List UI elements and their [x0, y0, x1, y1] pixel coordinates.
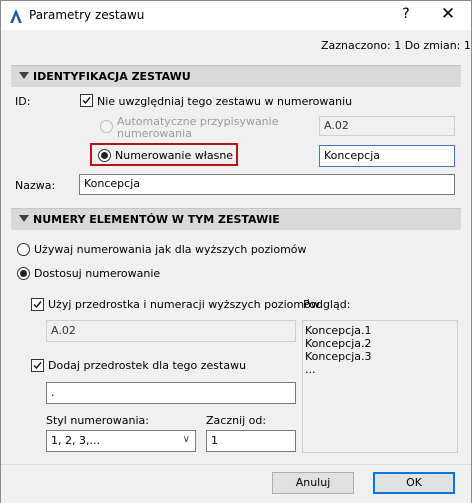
auto-numbering-label-line2: numerowania: [117, 127, 192, 140]
ok-button[interactable]: OK: [373, 472, 455, 494]
collapse-triangle-icon: [19, 72, 29, 79]
auto-numbering-radio[interactable]: [100, 120, 113, 133]
archicad-logo-icon: [10, 9, 22, 23]
checkmark-icon: [33, 362, 42, 370]
parent-numbering-label: Używaj numerowania jak dla wyższych pozi…: [34, 243, 307, 256]
name-label: Nazwa:: [15, 179, 56, 192]
start-label: Zacznij od:: [206, 414, 267, 427]
chevron-down-icon: ∨: [182, 434, 190, 445]
exclude-numbering-label: Nie uwzględniaj tego zestawu w numerowan…: [97, 95, 353, 108]
add-prefix-input[interactable]: .: [46, 382, 296, 404]
add-prefix-checkbox[interactable]: [31, 359, 44, 372]
section-title: NUMERY ELEMENTÓW W TYM ZESTAWIE: [33, 213, 280, 226]
style-label: Styl numerowania:: [46, 414, 150, 427]
add-prefix-label: Dodaj przedrostek dla tego zestawu: [48, 359, 247, 372]
section-numbering-header[interactable]: NUMERY ELEMENTÓW W TYM ZESTAWIE: [11, 208, 461, 230]
selection-status: Zaznaczono: 1 Do zmian: 1: [321, 39, 471, 52]
parent-numbering-radio[interactable]: [17, 243, 30, 256]
preview-line: ...: [305, 363, 316, 376]
custom-numbering-label: Numerowanie własne: [115, 149, 234, 162]
use-prefix-label: Użyj przedrostka i numeracji wyższych po…: [48, 298, 320, 311]
numbering-style-value: 1, 2, 3,...: [51, 434, 100, 447]
adjust-numbering-radio[interactable]: [17, 267, 30, 280]
exclude-numbering-checkbox[interactable]: [80, 94, 93, 107]
title-bar: Parametry zestawu ? ✕: [1, 1, 471, 30]
checkmark-icon: [82, 97, 91, 105]
preview-label: Podgląd:: [303, 298, 351, 311]
custom-numbering-radio[interactable]: [98, 149, 111, 162]
close-button[interactable]: ✕: [438, 4, 458, 24]
custom-number-input[interactable]: Koncepcja: [319, 145, 455, 167]
dialog-footer: Anuluj OK: [1, 464, 471, 503]
section-identification-header[interactable]: IDENTYFIKACJA ZESTAWU: [11, 65, 461, 87]
use-prefix-field: A.02: [46, 320, 296, 342]
auto-number-field: A.02: [319, 116, 455, 136]
id-label: ID:: [15, 95, 31, 108]
numbering-style-select[interactable]: 1, 2, 3,... ∨: [46, 430, 196, 452]
preview-line: Koncepcja.1: [305, 324, 372, 337]
dialog-window: Parametry zestawu ? ✕ Zaznaczono: 1 Do z…: [0, 0, 472, 503]
use-prefix-checkbox[interactable]: [31, 298, 44, 311]
window-title: Parametry zestawu: [29, 8, 145, 22]
help-button[interactable]: ?: [399, 6, 413, 22]
preview-box: Koncepcja.1 Koncepcja.2 Koncepcja.3 ...: [302, 320, 458, 453]
section-title: IDENTYFIKACJA ZESTAWU: [33, 70, 191, 83]
adjust-numbering-label: Dostosuj numerowanie: [34, 267, 161, 280]
name-input[interactable]: Koncepcja: [79, 174, 455, 195]
checkmark-icon: [33, 301, 42, 309]
cancel-button[interactable]: Anuluj: [272, 472, 354, 494]
preview-line: Koncepcja.2: [305, 337, 372, 350]
preview-line: Koncepcja.3: [305, 350, 372, 363]
start-from-input[interactable]: 1: [206, 430, 296, 452]
collapse-triangle-icon: [19, 215, 29, 222]
